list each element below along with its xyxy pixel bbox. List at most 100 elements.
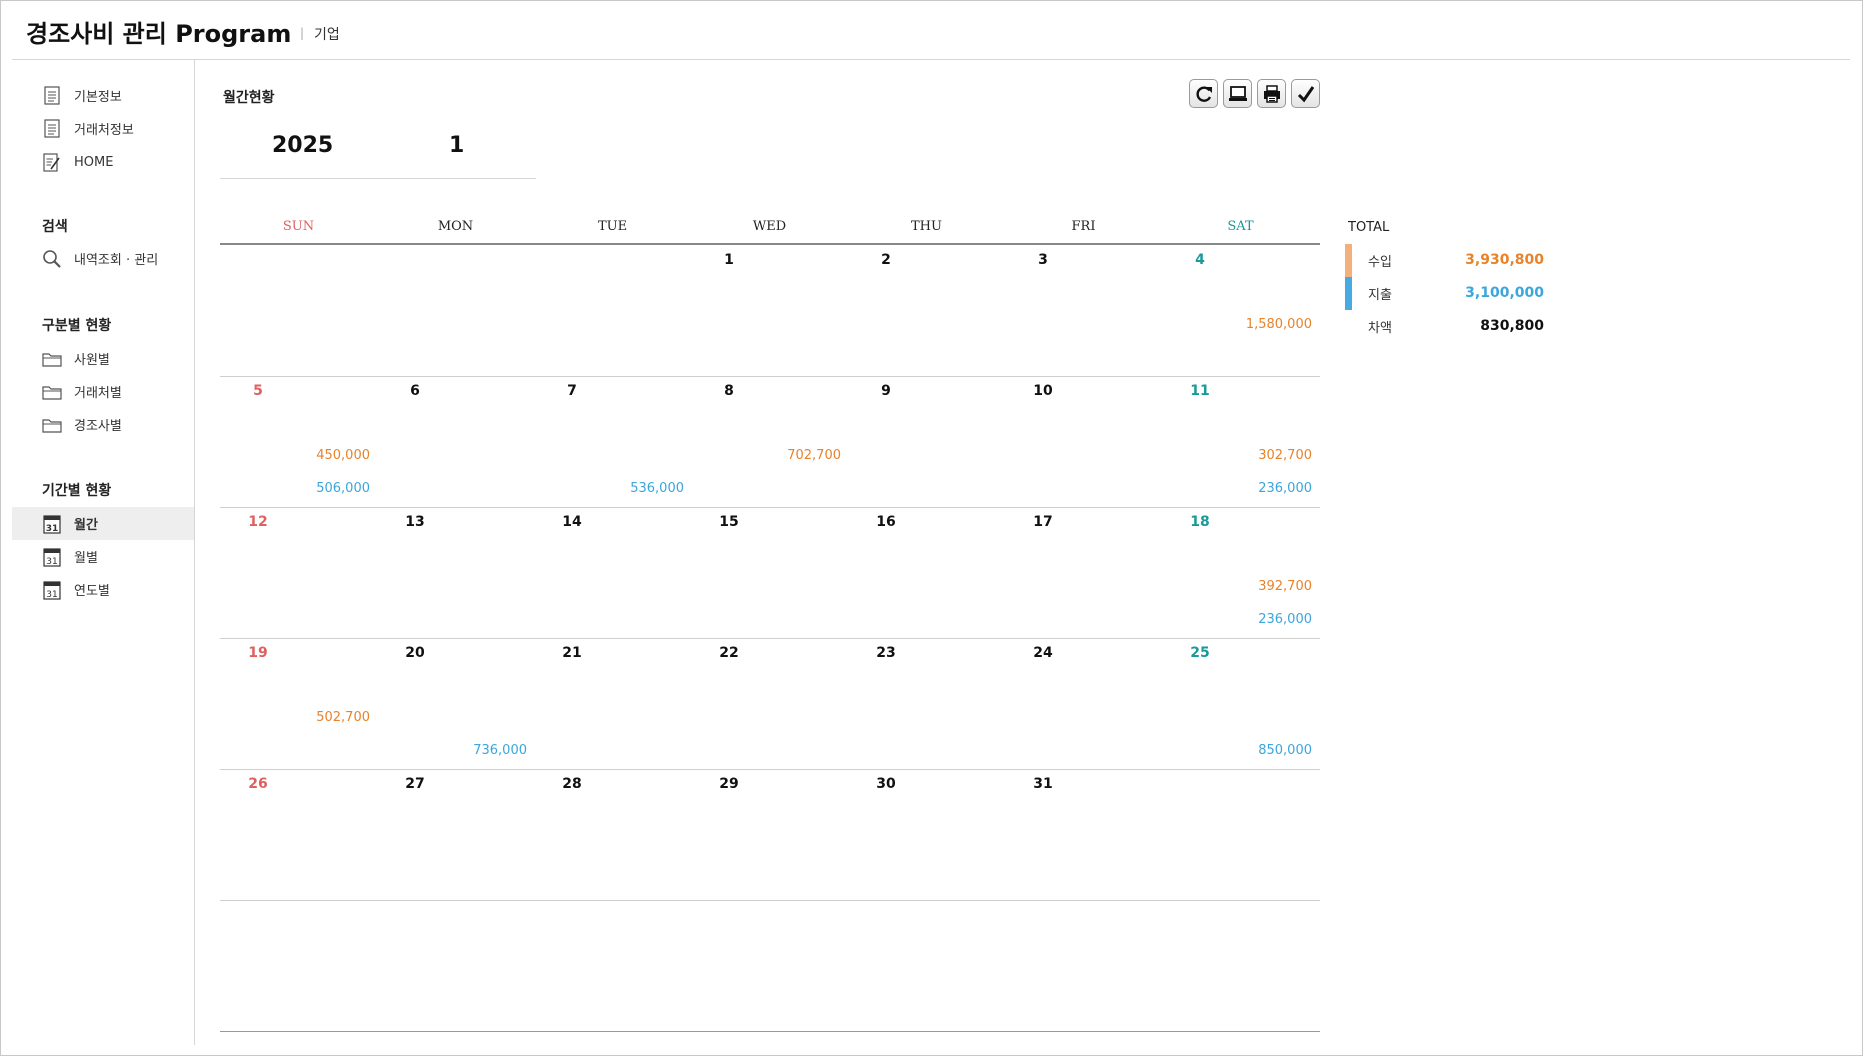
calendar-day-2[interactable]: 2 bbox=[866, 252, 906, 268]
balance-label: 차액 bbox=[1368, 321, 1392, 336]
check-icon bbox=[1297, 85, 1314, 102]
calendar-day-25[interactable]: 25 bbox=[1180, 645, 1220, 661]
calendar-day-7[interactable]: 7 bbox=[552, 383, 592, 399]
app-subtitle: 기업 bbox=[314, 27, 340, 43]
expense-total: 3,100,000 bbox=[1465, 285, 1544, 301]
sidebar-item-label: 내역조회 · 관리 bbox=[74, 253, 159, 268]
calendar-day-19[interactable]: 19 bbox=[238, 645, 278, 661]
calendar-icon: 31 bbox=[42, 547, 62, 567]
edit-document-icon bbox=[42, 153, 62, 173]
calendar-day-3[interactable]: 3 bbox=[1023, 252, 1063, 268]
calendar-day-14[interactable]: 14 bbox=[552, 514, 592, 530]
calendar-day-22[interactable]: 22 bbox=[709, 645, 749, 661]
calendar-day-23[interactable]: 23 bbox=[866, 645, 906, 661]
divider bbox=[220, 178, 536, 179]
sidebar-item-partner-info[interactable]: 거래처정보 bbox=[12, 112, 194, 145]
sidebar-section-period: 기간별 현황 bbox=[42, 483, 112, 499]
calendar-weekday-header: SUN MON TUE WED THU FRI SAT bbox=[220, 219, 1320, 245]
search-icon bbox=[42, 249, 62, 269]
sidebar-item-monthly[interactable]: 31 월간 bbox=[12, 507, 194, 540]
calendar-day-15[interactable]: 15 bbox=[709, 514, 749, 530]
calendar-day-11[interactable]: 11 bbox=[1180, 383, 1220, 399]
income-label: 수입 bbox=[1368, 255, 1392, 270]
calendar-day-9[interactable]: 9 bbox=[866, 383, 906, 399]
svg-text:31: 31 bbox=[46, 557, 57, 567]
year-selector[interactable]: 2025 bbox=[272, 133, 333, 158]
svg-text:31: 31 bbox=[46, 524, 59, 534]
day-income-amount: 502,700 bbox=[316, 710, 370, 725]
calendar-day-31[interactable]: 31 bbox=[1023, 776, 1063, 792]
page-title: 월간현황 bbox=[223, 90, 275, 106]
calendar-day-17[interactable]: 17 bbox=[1023, 514, 1063, 530]
calendar-day-12[interactable]: 12 bbox=[238, 514, 278, 530]
sidebar-item-basic-info[interactable]: 기본정보 bbox=[12, 79, 194, 112]
calendar-day-30[interactable]: 30 bbox=[866, 776, 906, 792]
document-icon bbox=[42, 119, 62, 139]
calendar-day-6[interactable]: 6 bbox=[395, 383, 435, 399]
toolbar bbox=[1189, 79, 1320, 108]
calendar-icon: 31 bbox=[42, 514, 62, 534]
sidebar: 기본정보 거래처정보 HOME 검색 내역조회 · 관리 구분별 현황 사원별 … bbox=[12, 60, 195, 1045]
income-color-bar bbox=[1345, 244, 1352, 277]
sidebar-item-label: 경조사별 bbox=[74, 419, 122, 434]
sidebar-item-label: 거래처정보 bbox=[74, 123, 134, 138]
day-expense-amount: 736,000 bbox=[473, 743, 527, 758]
sidebar-item-label: 연도별 bbox=[74, 584, 110, 599]
sidebar-item-by-year[interactable]: 31 연도별 bbox=[12, 573, 194, 606]
sidebar-item-label: 사원별 bbox=[74, 353, 110, 368]
calendar-day-16[interactable]: 16 bbox=[866, 514, 906, 530]
folder-icon bbox=[42, 415, 62, 435]
calendar-day-4[interactable]: 4 bbox=[1180, 252, 1220, 268]
sidebar-item-by-event[interactable]: 경조사별 bbox=[12, 408, 194, 441]
sidebar-section-category: 구분별 현황 bbox=[42, 318, 112, 334]
sidebar-item-by-partner[interactable]: 거래처별 bbox=[12, 375, 194, 408]
app-header: 경조사비 관리 Program | 기업 bbox=[12, 0, 1850, 60]
sidebar-item-by-month[interactable]: 31 월별 bbox=[12, 540, 194, 573]
balance-total: 830,800 bbox=[1480, 318, 1544, 334]
calendar-day-18[interactable]: 18 bbox=[1180, 514, 1220, 530]
weekday-sun: SUN bbox=[282, 219, 315, 234]
print-icon bbox=[1263, 84, 1280, 103]
app-title: 경조사비 관리 Program bbox=[26, 20, 292, 48]
calendar-day-5[interactable]: 5 bbox=[238, 383, 278, 399]
day-expense-amount: 850,000 bbox=[1258, 743, 1312, 758]
calendar-day-28[interactable]: 28 bbox=[552, 776, 592, 792]
calendar-icon: 31 bbox=[42, 580, 62, 600]
day-expense-amount: 236,000 bbox=[1258, 481, 1312, 496]
weekday-sat: SAT bbox=[1227, 219, 1254, 234]
calendar-row-divider bbox=[220, 507, 1320, 508]
day-income-amount: 450,000 bbox=[316, 448, 370, 463]
calendar-day-27[interactable]: 27 bbox=[395, 776, 435, 792]
calendar-row-divider bbox=[220, 1031, 1320, 1032]
screen-view-button[interactable] bbox=[1223, 79, 1252, 108]
sidebar-item-by-employee[interactable]: 사원별 bbox=[12, 342, 194, 375]
calendar-day-29[interactable]: 29 bbox=[709, 776, 749, 792]
calendar-day-21[interactable]: 21 bbox=[552, 645, 592, 661]
calendar-row-divider bbox=[220, 376, 1320, 377]
sidebar-item-history[interactable]: 내역조회 · 관리 bbox=[12, 242, 194, 275]
month-selector[interactable]: 1 bbox=[449, 133, 464, 158]
day-income-amount: 302,700 bbox=[1258, 448, 1312, 463]
weekday-wed: WED bbox=[752, 219, 787, 234]
print-button[interactable] bbox=[1257, 79, 1286, 108]
day-income-amount: 392,700 bbox=[1258, 579, 1312, 594]
calendar-day-10[interactable]: 10 bbox=[1023, 383, 1063, 399]
svg-text:31: 31 bbox=[46, 590, 57, 600]
calendar-day-13[interactable]: 13 bbox=[395, 514, 435, 530]
refresh-button[interactable] bbox=[1189, 79, 1218, 108]
calendar-day-20[interactable]: 20 bbox=[395, 645, 435, 661]
calendar-day-8[interactable]: 8 bbox=[709, 383, 749, 399]
income-total: 3,930,800 bbox=[1465, 252, 1544, 268]
sidebar-item-home[interactable]: HOME bbox=[12, 146, 194, 179]
refresh-icon bbox=[1195, 85, 1212, 102]
sidebar-item-label: 월간 bbox=[74, 518, 98, 533]
confirm-button[interactable] bbox=[1291, 79, 1320, 108]
sidebar-item-label: 거래처별 bbox=[74, 386, 122, 401]
day-income-amount: 702,700 bbox=[787, 448, 841, 463]
expense-color-bar bbox=[1345, 277, 1352, 310]
calendar-day-1[interactable]: 1 bbox=[709, 252, 749, 268]
expense-label: 지출 bbox=[1368, 288, 1392, 303]
day-expense-amount: 236,000 bbox=[1258, 612, 1312, 627]
calendar-day-24[interactable]: 24 bbox=[1023, 645, 1063, 661]
calendar-day-26[interactable]: 26 bbox=[238, 776, 278, 792]
